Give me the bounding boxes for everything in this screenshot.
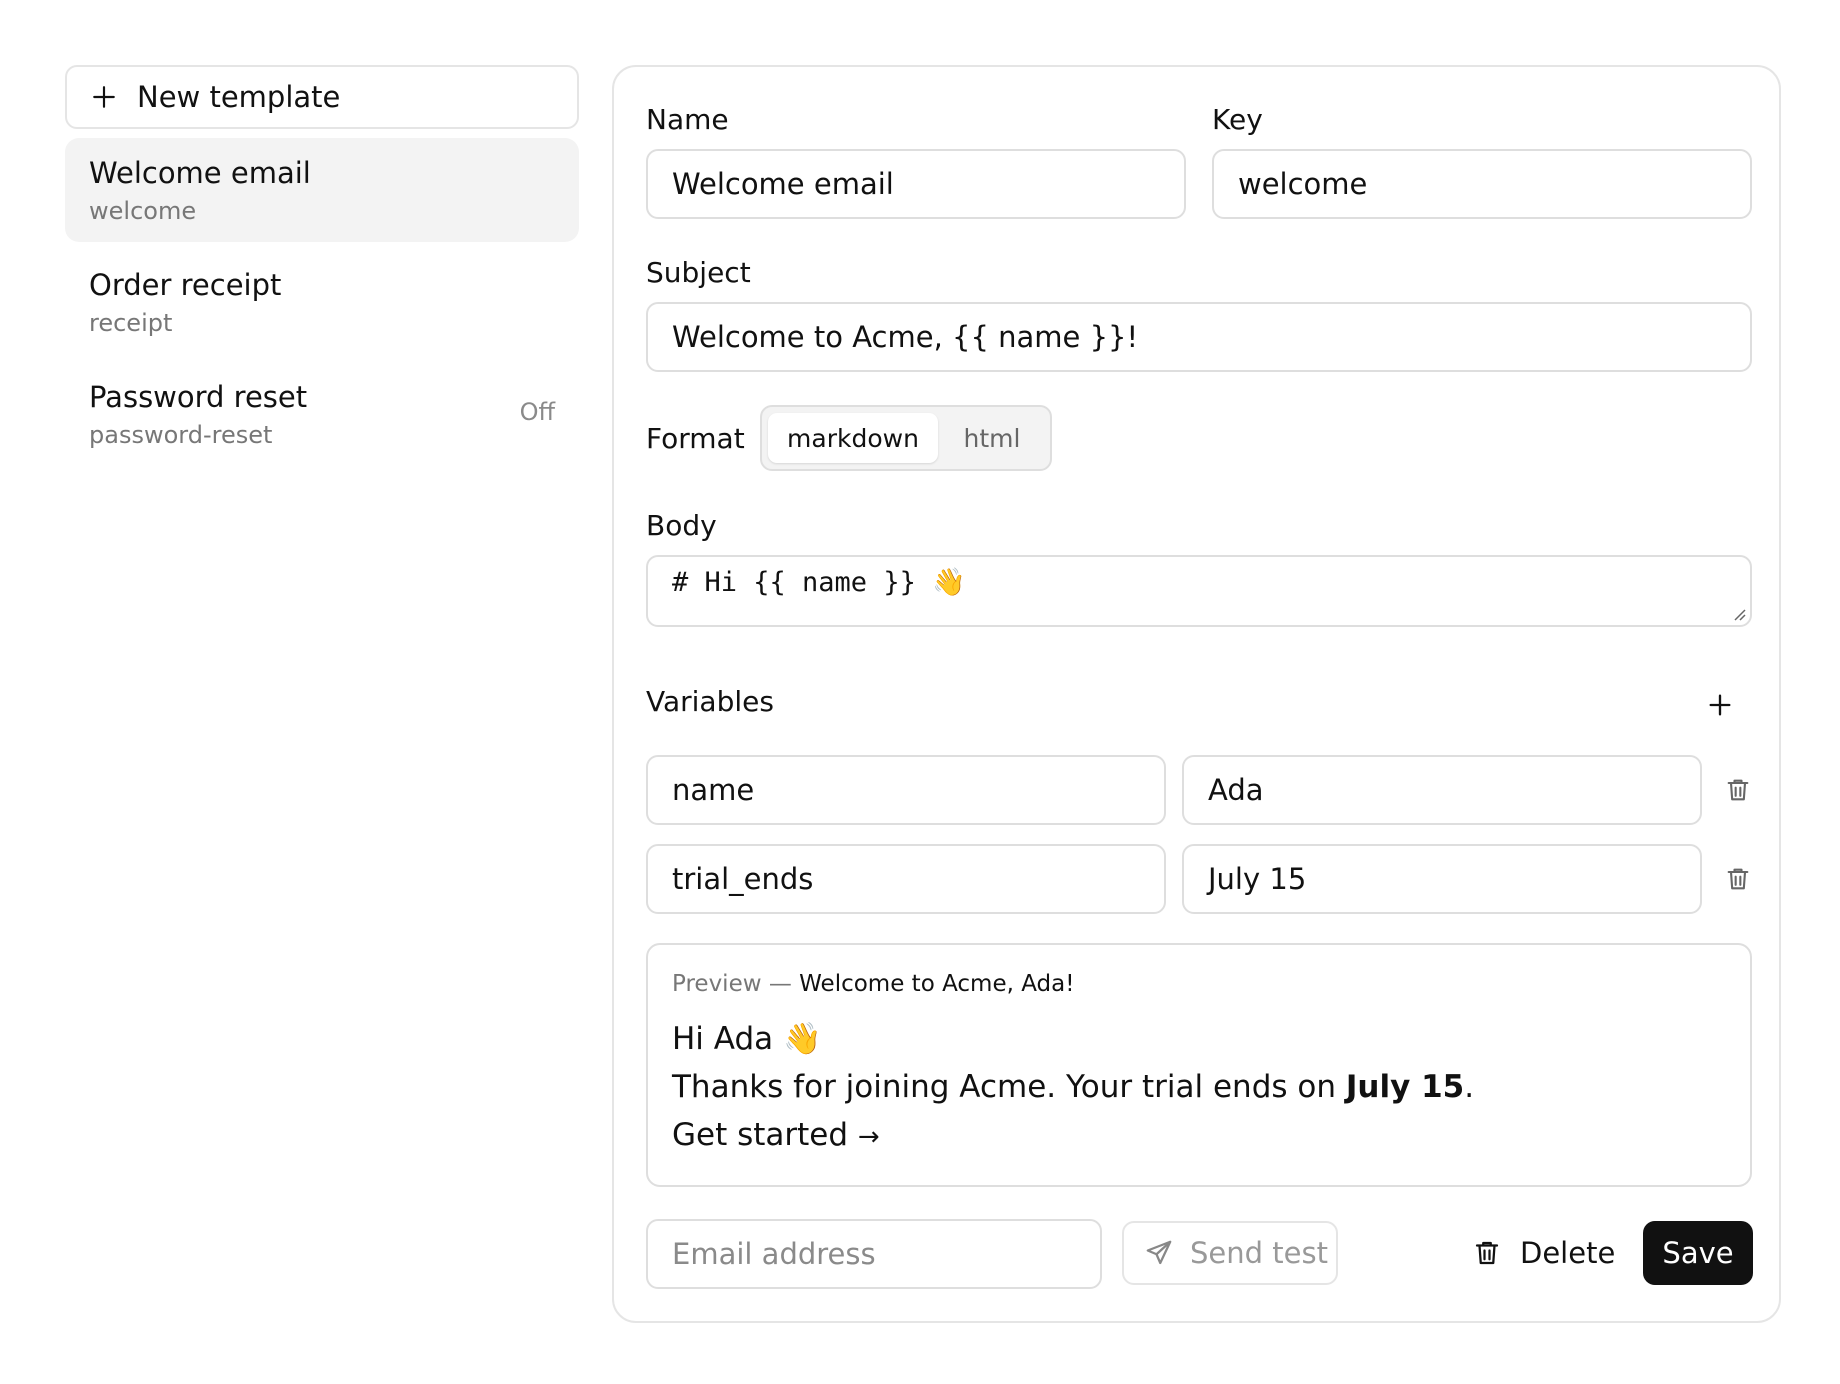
template-name: Order receipt (89, 268, 282, 302)
variables-label: Variables (646, 685, 774, 718)
template-key: welcome (89, 197, 197, 225)
email-preview: Preview — Welcome to Acme, Ada! Hi Ada 👋… (646, 943, 1752, 1187)
delete-button[interactable]: Delete (1472, 1221, 1622, 1285)
name-label: Name (646, 103, 729, 136)
send-test-label: Send test (1190, 1236, 1328, 1270)
new-template-button[interactable]: New template (65, 65, 579, 129)
body-text: # Hi {{ name }} 👋 (672, 567, 966, 598)
key-field[interactable]: welcome (1212, 149, 1752, 219)
trash-icon (1727, 868, 1749, 890)
preview-prefix: Preview — (672, 971, 792, 997)
key-label: Key (1212, 103, 1263, 136)
preview-cta-label: Get started (672, 1117, 849, 1153)
preview-text-bold: July 15 (1345, 1069, 1465, 1105)
template-key: password-reset (89, 421, 273, 449)
preview-cta-link[interactable]: Get started → (672, 1111, 1726, 1161)
format-option-html[interactable]: html (942, 413, 1042, 463)
template-list: Welcome email welcome Order receipt rece… (65, 138, 579, 466)
template-key: receipt (89, 309, 173, 337)
name-field[interactable]: Welcome email (646, 149, 1186, 219)
template-name: Welcome email (89, 156, 311, 190)
trash-icon (1475, 1241, 1499, 1265)
template-sidebar: New template Welcome email welcome Order… (65, 65, 579, 466)
preview-body-text: Thanks for joining Acme. Your trial ends… (672, 1063, 1726, 1111)
body-label: Body (646, 509, 717, 542)
app-root: New template Welcome email welcome Order… (0, 0, 1840, 1384)
subject-label: Subject (646, 256, 751, 289)
preview-text-before: Thanks for joining Acme. Your trial ends… (672, 1069, 1337, 1105)
template-item-receipt[interactable]: Order receipt receipt (65, 250, 579, 354)
email-address-input[interactable]: Email address (646, 1219, 1102, 1289)
resize-handle-icon[interactable] (1732, 607, 1746, 621)
new-template-label: New template (137, 80, 341, 114)
format-label: Format (646, 422, 745, 455)
variable-value-field[interactable]: July 15 (1182, 844, 1702, 914)
status-badge: Off (519, 398, 555, 426)
template-item-password-reset[interactable]: Password reset password-reset Off (65, 362, 579, 466)
preview-header: Preview — Welcome to Acme, Ada! (672, 967, 1726, 1001)
variable-value-field[interactable]: Ada (1182, 755, 1702, 825)
format-toggle: markdown html (760, 405, 1052, 471)
delete-variable-button[interactable] (1720, 861, 1756, 897)
send-icon (1146, 1240, 1172, 1265)
variable-key-field[interactable]: trial_ends (646, 844, 1166, 914)
delete-label: Delete (1520, 1236, 1616, 1270)
template-name: Password reset (89, 380, 308, 414)
plus-icon (93, 86, 115, 108)
arrow-right-icon: → (857, 1122, 880, 1152)
preview-text-after: . (1464, 1069, 1475, 1105)
preview-subject: Welcome to Acme, Ada! (799, 971, 1075, 997)
format-option-markdown[interactable]: markdown (768, 413, 938, 463)
template-item-welcome[interactable]: Welcome email welcome (65, 138, 579, 242)
add-variable-button[interactable] (1702, 687, 1738, 723)
save-button[interactable]: Save (1643, 1221, 1753, 1285)
template-editor: Name Welcome email Key welcome Subject W… (612, 65, 1781, 1323)
body-textarea[interactable]: # Hi {{ name }} 👋 (646, 555, 1752, 627)
subject-field[interactable]: Welcome to Acme, {{ name }}! (646, 302, 1752, 372)
variable-key-field[interactable]: name (646, 755, 1166, 825)
trash-icon (1727, 779, 1749, 801)
plus-icon (1709, 694, 1731, 716)
delete-variable-button[interactable] (1720, 772, 1756, 808)
send-test-button[interactable]: Send test (1122, 1221, 1338, 1285)
preview-heading: Hi Ada 👋 (672, 1021, 822, 1057)
